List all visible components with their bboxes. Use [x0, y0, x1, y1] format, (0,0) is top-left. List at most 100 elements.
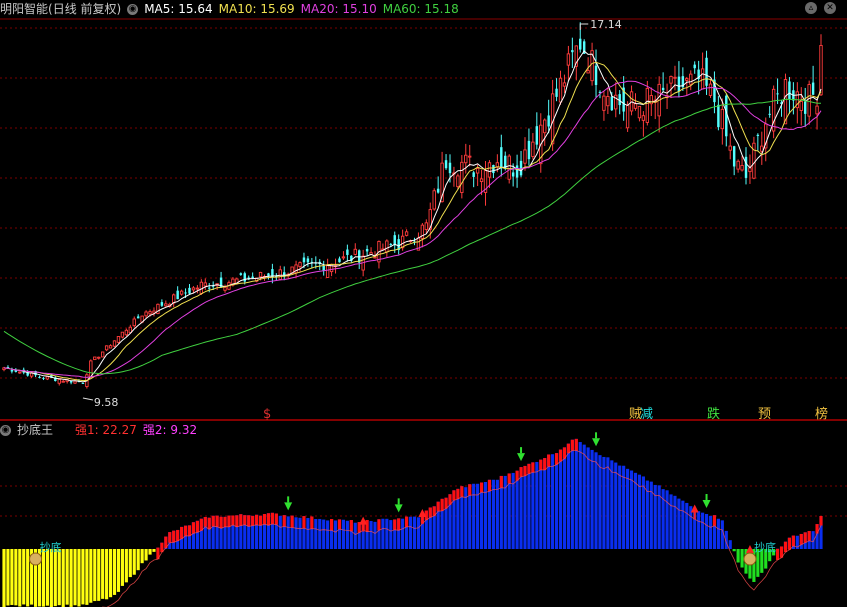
signal-buy-dollar: $ [263, 407, 271, 422]
sub-bar-negative [101, 549, 105, 599]
candle-body [346, 249, 349, 255]
sub-bar-red-cap [223, 516, 227, 527]
sub-bar-red-cap [460, 486, 464, 497]
sub-bar-positive [669, 494, 673, 549]
sub-bar-positive [558, 449, 563, 549]
sub-bar-positive [341, 519, 346, 549]
sub-bar-positive [306, 518, 310, 549]
sub-bar-red-cap [558, 449, 563, 462]
sub-bar-negative [10, 549, 14, 605]
sub-bar-negative [53, 549, 57, 607]
candle-body [18, 371, 22, 374]
stock-name[interactable]: 明阳智能 [0, 2, 48, 16]
sub-bar-negative [132, 549, 136, 575]
sub-bar-positive [322, 519, 326, 549]
sub-bar-red-cap [282, 515, 286, 527]
low-price-label: 9.58 [94, 396, 119, 409]
chart-period[interactable]: (日线 前复权) [48, 2, 121, 16]
ma20-label: MA20: 15.10 [300, 2, 377, 16]
sub-bar-red-cap [456, 488, 460, 499]
sub-bar-red-cap [187, 525, 192, 537]
sub-bar-negative [93, 549, 97, 602]
sub-bar-negative [97, 549, 101, 601]
stock-chart[interactable]: 17.149.58$ 贼减跌预榜抄底 抄底 [0, 0, 847, 607]
sub-bar-positive [689, 506, 693, 549]
candle-body [669, 76, 673, 84]
sub-bar-positive [373, 521, 377, 549]
sub-bar-positive [618, 465, 622, 549]
sub-bar-negative [128, 549, 132, 578]
money-bag-icon [743, 552, 757, 566]
candle-body [700, 68, 705, 90]
sub-bar-red-cap [499, 475, 503, 488]
sub-bar-negative [22, 549, 26, 605]
candle-body [633, 103, 638, 109]
sub-bar-positive [527, 463, 531, 549]
sub-bar-red-cap [266, 513, 271, 526]
sub-bar-positive [535, 461, 539, 549]
sub-bar-positive [586, 447, 590, 549]
sub-bar-positive [385, 518, 389, 549]
sub-bar-negative [61, 549, 65, 607]
sub-bar-negative [732, 549, 736, 552]
sub-bar-red-cap [531, 462, 535, 473]
sub-bar-negative [89, 549, 93, 603]
sub-bar-red-cap [274, 513, 278, 525]
sub-bar-positive [554, 453, 559, 549]
sub-bar-negative [14, 549, 18, 606]
sub-settings-icon[interactable]: ◉ [0, 425, 11, 436]
candle-body [148, 311, 152, 315]
sub-bar-negative [736, 549, 740, 563]
sub-indicator-name[interactable]: 抄底王 [17, 423, 53, 437]
sub-bar-red-cap [819, 516, 823, 526]
candle-body [819, 44, 823, 96]
candle-body [756, 134, 760, 136]
sub-bar-red-cap [519, 467, 523, 477]
candle-body [100, 351, 105, 358]
sub-bar-red-cap [183, 525, 188, 536]
candle-body [199, 281, 204, 294]
sub-bar-red-cap [377, 519, 381, 531]
sub-bar-red-cap [507, 473, 511, 484]
close-icon[interactable]: ✕ [824, 2, 836, 14]
candle-body [160, 302, 164, 306]
candle-body [661, 87, 665, 91]
sub-bar-negative [2, 549, 6, 607]
sub-bar-negative [41, 549, 46, 607]
sub-bar-positive [570, 439, 574, 549]
low-marker [82, 397, 94, 401]
sub-bar-red-cap [791, 535, 795, 547]
candle-body [720, 108, 725, 130]
candle-body [456, 175, 460, 188]
sub-bar-negative [124, 549, 128, 583]
candle-body [365, 249, 369, 252]
candle-body [73, 380, 77, 384]
candle-body [555, 88, 558, 97]
candle-body [144, 311, 148, 317]
sub-bar-positive [704, 513, 709, 549]
sub-bar-red-cap [574, 438, 578, 451]
sub-bar-negative [65, 549, 69, 605]
candle-body [515, 165, 519, 178]
settings-icon[interactable]: ◉ [127, 4, 139, 15]
sub-bar-positive [665, 490, 669, 549]
sub-bar-red-cap [428, 507, 432, 518]
sell-arrow-icon [592, 438, 601, 447]
candle-body [424, 222, 428, 230]
sub-bar-red-cap [803, 532, 807, 543]
candle-body [637, 105, 642, 119]
sub-bar-red-cap [211, 515, 215, 527]
sub-bar-red-cap [168, 532, 172, 543]
sub-bar-positive [728, 540, 732, 549]
candle-body [625, 104, 630, 129]
restore-icon[interactable]: ▵ [805, 2, 817, 14]
candle-body [97, 356, 101, 359]
sub-bar-red-cap [330, 518, 334, 531]
sub-bar-positive [286, 516, 290, 549]
candle-body [188, 287, 191, 294]
sub-bar-negative [69, 549, 73, 607]
candle-body [124, 329, 129, 336]
strength2-label: 强2: 9.32 [142, 423, 198, 437]
candle-body [788, 81, 791, 100]
candle-body [432, 190, 436, 210]
